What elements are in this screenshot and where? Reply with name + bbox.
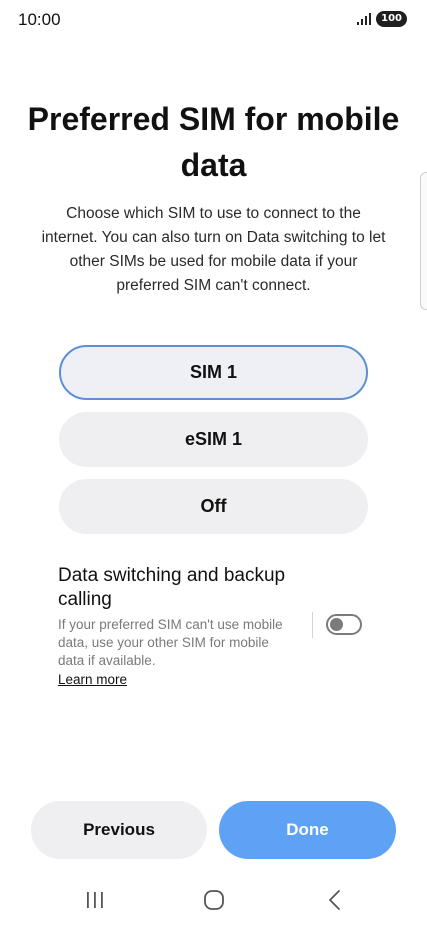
data-switching-description: If your preferred SIM can't use mobile d… xyxy=(58,617,283,668)
recents-icon[interactable] xyxy=(75,886,115,914)
status-indicators: 100 xyxy=(356,11,407,27)
option-esim-1[interactable]: eSIM 1 xyxy=(59,412,368,467)
learn-more-link[interactable]: Learn more xyxy=(58,671,127,689)
edge-panel-handle[interactable] xyxy=(420,172,427,310)
previous-button[interactable]: Previous xyxy=(31,801,207,859)
home-icon[interactable] xyxy=(194,886,234,914)
done-button[interactable]: Done xyxy=(219,801,396,859)
option-off[interactable]: Off xyxy=(59,479,368,534)
status-time: 10:00 xyxy=(18,10,61,29)
back-icon[interactable] xyxy=(315,886,355,914)
data-switching-toggle[interactable] xyxy=(326,614,362,635)
data-switching-title[interactable]: Data switching and backup calling xyxy=(58,564,318,612)
page-title: Preferred SIM for mobile data xyxy=(27,101,400,183)
toggle-knob xyxy=(330,618,343,631)
battery-icon: 100 xyxy=(376,11,407,27)
signal-icon xyxy=(356,12,372,26)
status-bar: 10:00 100 xyxy=(0,0,427,40)
page-description: Choose which SIM to use to connect to th… xyxy=(41,205,386,294)
setting-divider xyxy=(312,612,313,638)
option-sim-1[interactable]: SIM 1 xyxy=(59,345,368,400)
navigation-bar xyxy=(0,876,427,924)
